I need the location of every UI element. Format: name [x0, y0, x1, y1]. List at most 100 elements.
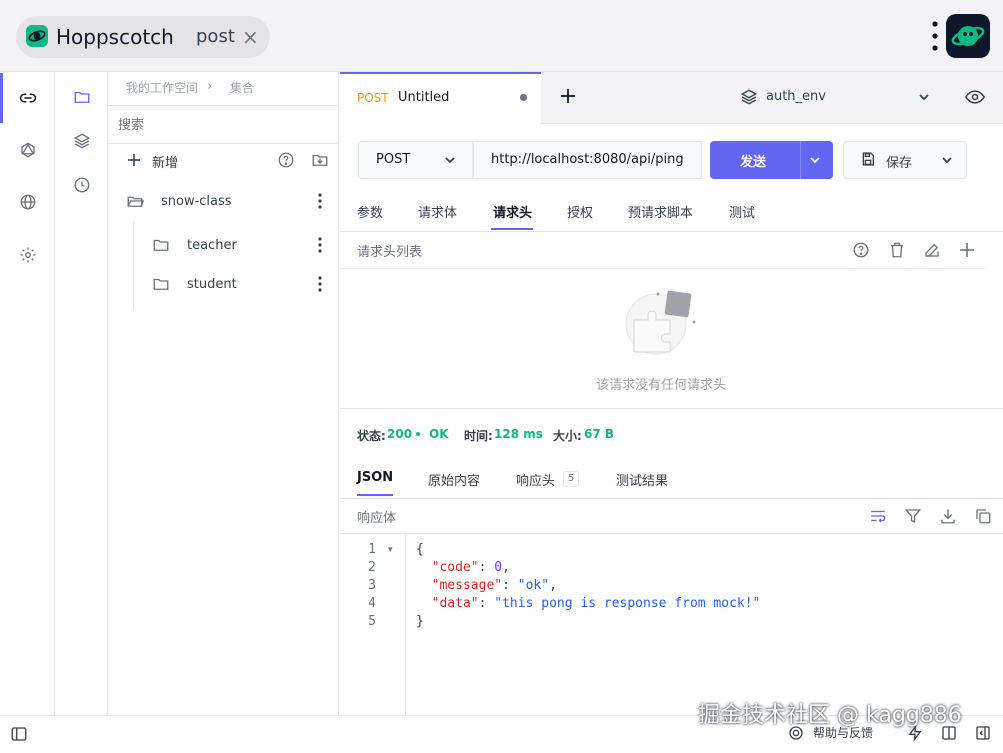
folder-student[interactable]: student	[187, 277, 237, 292]
divider	[108, 105, 339, 106]
edit-icon[interactable]	[923, 241, 943, 261]
copy-icon[interactable]	[974, 507, 994, 527]
tab-params[interactable]: 参数	[357, 204, 383, 224]
rest-link-icon[interactable]	[0, 73, 55, 123]
time-label: 时间:	[464, 429, 493, 443]
tab-test-results[interactable]: 测试结果	[616, 470, 668, 489]
chevron-down-icon[interactable]	[808, 153, 822, 167]
add-header-plus-icon[interactable]	[958, 241, 978, 261]
fold-caret-icon[interactable]: ▾	[388, 541, 393, 559]
window-tab-label: post	[196, 26, 235, 47]
empty-headers-message: 该请求没有任何请求头	[596, 378, 727, 393]
import-folder-icon[interactable]	[311, 151, 331, 171]
json-key: "data"	[431, 596, 479, 611]
search-input[interactable]	[118, 112, 328, 138]
folder-icon	[152, 275, 170, 293]
history-clock-icon[interactable]	[55, 163, 108, 207]
more-vertical-icon[interactable]	[318, 193, 322, 209]
save-icon	[860, 151, 876, 167]
help-circle-icon[interactable]	[277, 151, 297, 171]
method-label: POST	[376, 152, 411, 167]
environment-select[interactable]: auth_env	[766, 89, 826, 104]
divider	[340, 231, 1003, 232]
divider	[340, 533, 1003, 534]
headers-count-badge: 5	[563, 471, 579, 487]
tree-guide	[133, 222, 134, 310]
collections-folder-icon[interactable]	[55, 75, 108, 119]
save-label: 保存	[886, 156, 913, 171]
divider	[340, 268, 985, 269]
status-code: 200	[387, 427, 413, 441]
new-collection-button[interactable]: 新增	[152, 152, 178, 171]
more-vertical-icon[interactable]	[318, 237, 322, 253]
hoppscotch-logo-icon	[26, 25, 48, 47]
line-number: 1	[368, 542, 376, 557]
tab-tests[interactable]: 测试	[729, 204, 755, 224]
tab-pre-request-script[interactable]: 预请求脚本	[628, 204, 693, 224]
hoppscotch-avatar-icon[interactable]	[946, 14, 990, 58]
headers-list-title: 请求头列表	[357, 245, 423, 260]
filter-icon[interactable]	[904, 507, 924, 527]
chevron-right-icon: ›	[207, 79, 213, 94]
empty-puzzle-icon	[624, 288, 698, 358]
line-number: 3	[368, 578, 376, 593]
environment-layers-icon	[740, 88, 758, 106]
help-circle-icon[interactable]	[852, 241, 872, 261]
graphql-icon[interactable]	[0, 125, 55, 175]
json-key: "message"	[431, 578, 503, 593]
json-value: "ok"	[517, 578, 550, 593]
environments-layers-icon[interactable]	[55, 119, 108, 163]
close-icon[interactable]: ×	[242, 27, 259, 47]
tab-response-raw[interactable]: 原始内容	[428, 470, 480, 489]
tab-body[interactable]: 请求体	[418, 204, 457, 224]
chevron-down-icon[interactable]	[443, 153, 457, 167]
folder-icon	[152, 236, 170, 254]
time-value: 128 ms	[494, 427, 543, 441]
folder-open-icon	[126, 192, 144, 210]
size-value: 67 B	[584, 427, 615, 441]
gutter-divider	[405, 534, 406, 715]
active-tab-indicator	[357, 494, 393, 496]
active-tab-indicator	[491, 228, 533, 230]
send-label: 发送	[740, 155, 767, 170]
breadcrumb-workspace[interactable]: 我的工作空间	[126, 80, 198, 96]
tab-response-headers[interactable]: 响应头	[516, 470, 555, 489]
status-dot	[416, 432, 420, 436]
globe-icon[interactable]	[0, 177, 55, 227]
send-divider	[800, 141, 801, 179]
tab-auth[interactable]: 授权	[567, 204, 593, 224]
wrap-lines-icon[interactable]	[869, 507, 889, 527]
download-icon[interactable]	[939, 507, 959, 527]
divider	[108, 143, 339, 144]
chevron-down-icon[interactable]	[917, 90, 931, 104]
json-value: "this pong is response from mock!"	[494, 596, 761, 611]
request-tab-method: POST	[357, 91, 389, 105]
folder-teacher[interactable]: teacher	[187, 238, 237, 253]
chevron-down-icon[interactable]	[940, 153, 954, 167]
request-tab-name: Untitled	[398, 90, 450, 105]
tab-response-json[interactable]: JSON	[357, 470, 393, 485]
collection-root[interactable]: snow-class	[161, 194, 232, 209]
line-number: 4	[368, 596, 376, 611]
status-text: OK	[429, 427, 449, 441]
line-number: 5	[368, 614, 376, 629]
response-json-viewer[interactable]: { "code": 0, "message": "ok", "data": "t…	[416, 541, 760, 631]
collapse-panel-icon[interactable]	[975, 725, 991, 741]
more-vertical-icon[interactable]	[318, 276, 322, 292]
divider	[340, 408, 1003, 409]
response-body-title: 响应体	[357, 511, 397, 526]
eye-icon[interactable]	[965, 88, 985, 106]
unsaved-dot-icon[interactable]	[520, 94, 527, 101]
size-label: 大小:	[553, 429, 582, 443]
breadcrumb-section: 集合	[230, 81, 255, 95]
new-tab-plus-icon[interactable]	[560, 88, 576, 104]
app-name: Hoppscotch	[56, 25, 174, 49]
trash-icon[interactable]	[888, 241, 908, 261]
sidebar-toggle-icon[interactable]	[10, 725, 28, 743]
tab-headers[interactable]: 请求头	[493, 204, 532, 224]
more-vertical-icon[interactable]	[930, 18, 940, 54]
plus-icon[interactable]	[126, 152, 142, 168]
line-number: 2	[368, 560, 376, 575]
settings-gear-icon[interactable]	[0, 230, 55, 280]
watermark: 掘金技术社区 @ kagg886	[698, 703, 962, 728]
